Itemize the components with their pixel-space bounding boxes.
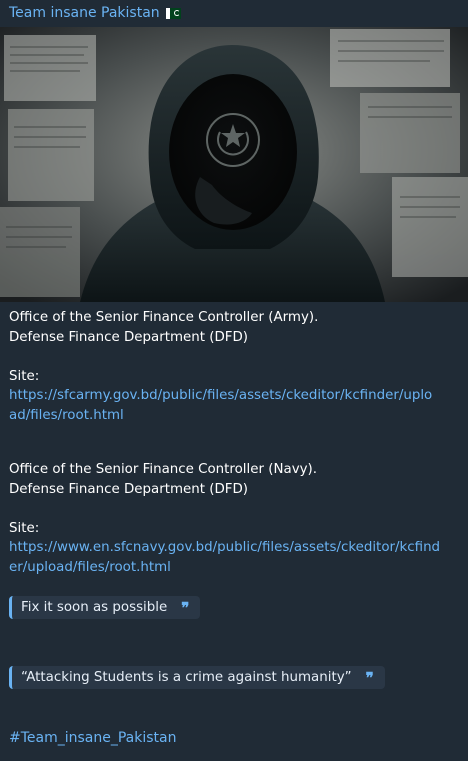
army-office-title: Office of the Senior Finance Controller … (9, 310, 319, 325)
army-site-link[interactable]: https://sfcarmy.gov.bd/public/files/asse… (9, 386, 432, 406)
navy-department: Defense Finance Department (DFD) (9, 481, 249, 497)
navy-office-title: Office of the Senior Finance Controller … (9, 462, 318, 477)
hooded-hacker-image (0, 27, 468, 302)
target-army-info: Office of the Senior Finance Controller … (9, 308, 432, 425)
quote-text-1: Fix it soon as possible (21, 600, 168, 615)
quote-text-2: “Attacking Students is a crime against h… (21, 670, 352, 685)
navy-site-link[interactable]: https://www.en.sfcnavy.gov.bd/public/fil… (9, 538, 440, 558)
quote-marks-icon: ❞ (365, 668, 374, 687)
navy-site-label: Site: (9, 520, 40, 536)
army-department: Defense Finance Department (DFD) (9, 329, 249, 345)
sender-name[interactable]: Team insane Pakistan (9, 3, 181, 23)
navy-site-link-cont[interactable]: er/upload/files/root.html (9, 558, 440, 578)
army-site-link-cont[interactable]: ad/files/root.html (9, 406, 432, 426)
army-site-label: Site: (9, 368, 40, 384)
channel-message: Team insane Pakistan Office of the Senio… (0, 0, 468, 761)
target-navy-info: Office of the Senior Finance Controller … (9, 460, 440, 577)
hashtag-link[interactable]: #Team_insane_Pakistan (9, 730, 176, 746)
quote-block-2: “Attacking Students is a crime against h… (9, 666, 385, 689)
quote-marks-icon: ❞ (181, 598, 189, 617)
sender-label: Team insane Pakistan (9, 5, 160, 21)
quote-block-1: Fix it soon as possible ❞ (9, 596, 201, 619)
message-photo[interactable] (0, 27, 468, 302)
pakistan-flag-icon (165, 7, 181, 19)
